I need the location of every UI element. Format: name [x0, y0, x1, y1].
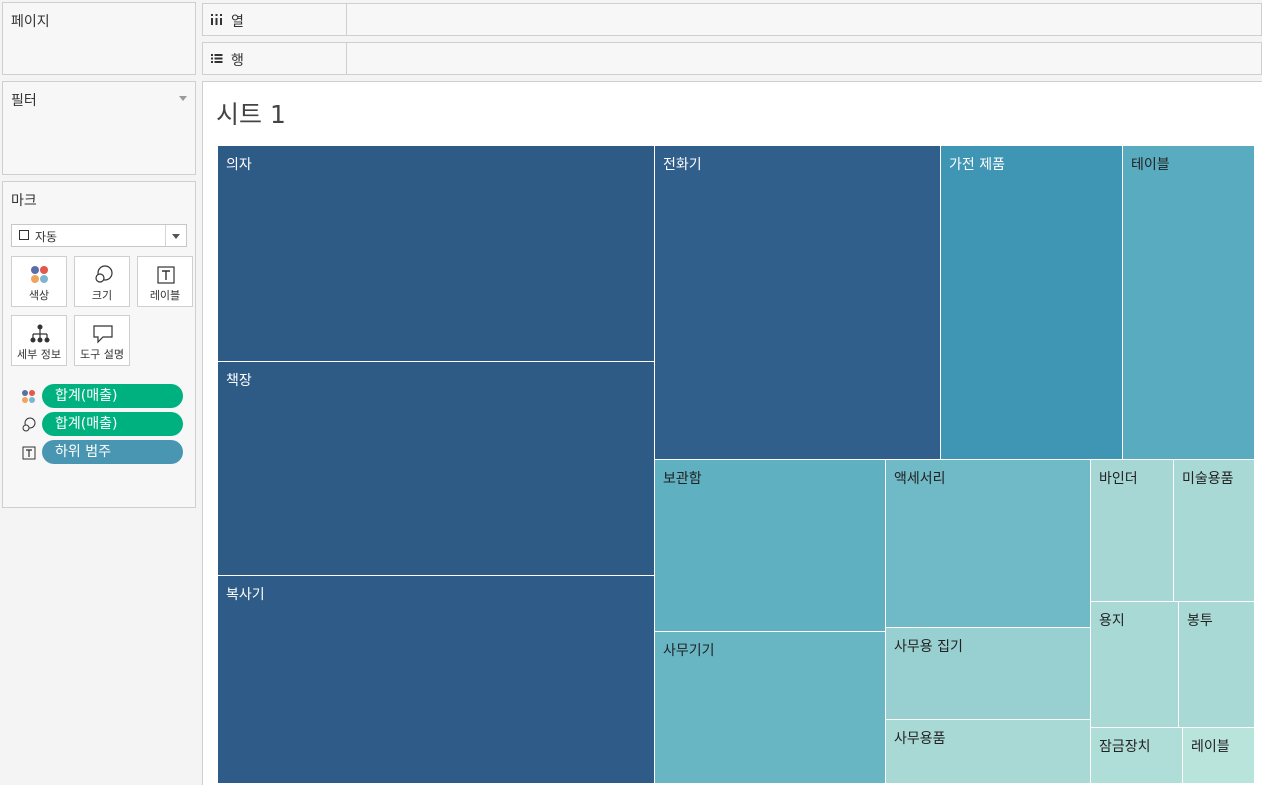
text-label-icon [157, 266, 175, 284]
speech-bubble-icon [93, 325, 113, 344]
treemap-tile[interactable]: 테이블 [1123, 146, 1255, 460]
treemap-chart: 의자책장복사기 전화기 가전 제품 테이블보관함사무기기 액세서리사무용 집기사무용품 바… [218, 146, 1255, 784]
label-button[interactable]: 레이블 [137, 256, 193, 307]
label-button-label: 레이블 [149, 289, 181, 302]
treemap-tile[interactable]: 가전 제품 [941, 146, 1123, 460]
marks-title: 마크 [11, 193, 37, 209]
size-sum-sales-pill[interactable]: 합계(매출) [42, 412, 183, 436]
hierarchy-detail-icon [30, 324, 50, 343]
treemap-tile[interactable]: 복사기 [218, 576, 655, 784]
filters-panel[interactable]: 필터 [2, 81, 196, 175]
tooltip-button-label: 도구 설명 [80, 348, 124, 361]
treemap-tile-label: 의자 [226, 157, 252, 173]
treemap-tile-label: 레이블 [1191, 739, 1230, 755]
treemap-tile[interactable]: 레이블 [1183, 728, 1255, 784]
columns-shelf-label: 열 [203, 4, 347, 35]
color-dots-icon [31, 266, 48, 283]
treemap-tile-label: 용지 [1099, 613, 1125, 629]
color-icon [22, 390, 35, 403]
treemap-tile-label: 바인더 [1099, 471, 1138, 487]
mark-type-select[interactable]: 자동 [11, 224, 187, 247]
columns-icon [211, 14, 222, 25]
tooltip-button[interactable]: 도구 설명 [74, 315, 130, 366]
rows-shelf-label: 행 [203, 43, 347, 74]
label-subcategory-pill[interactable]: 하위 범주 [42, 440, 183, 464]
dropdown-arrow-icon[interactable] [172, 234, 180, 239]
square-mark-icon [19, 230, 29, 240]
color-button-label: 색상 [28, 289, 50, 302]
treemap-tile[interactable]: 봉투 [1179, 602, 1255, 728]
pages-panel[interactable]: 페이지 [2, 2, 196, 75]
rows-shelf[interactable]: 행 [202, 42, 1262, 75]
rows-label-text: 행 [231, 53, 244, 69]
treemap-tile[interactable]: 사무기기 [655, 632, 886, 784]
treemap-tile[interactable]: 미술용품 [1174, 460, 1255, 602]
size-button-label: 크기 [91, 289, 113, 302]
treemap-tile[interactable]: 잠금장치 [1091, 728, 1183, 784]
columns-shelf[interactable]: 열 [202, 3, 1262, 36]
treemap-tile[interactable]: 용지 [1091, 602, 1179, 728]
treemap-tile[interactable]: 의자 [218, 146, 655, 362]
sheet-title: 시트 1 [216, 100, 286, 129]
treemap-tile-label: 액세서리 [894, 471, 946, 487]
treemap-tile-label: 전화기 [663, 157, 702, 173]
treemap-tile[interactable]: 바인더 [1091, 460, 1174, 602]
select-divider [165, 225, 166, 246]
worksheet-view: 시트 1 의자책장복사기 전화기 가전 제품 테이블보관함사무기기 액세서리사무용 집기… [202, 81, 1262, 785]
detail-button-label: 세부 정보 [17, 348, 61, 361]
treemap-tile-label: 잠금장치 [1099, 739, 1151, 755]
treemap-tile[interactable]: 사무용품 [886, 720, 1091, 784]
label-icon [22, 446, 36, 460]
treemap-tile-label: 봉투 [1187, 613, 1213, 629]
treemap-tile-label: 미술용품 [1182, 471, 1234, 487]
treemap-tile-label: 복사기 [226, 587, 265, 603]
treemap-tile-label: 보관함 [663, 471, 702, 487]
detail-button[interactable]: 세부 정보 [11, 315, 67, 366]
color-button[interactable]: 색상 [11, 256, 67, 307]
size-button[interactable]: 크기 [74, 256, 130, 307]
treemap-tile[interactable]: 책장 [218, 362, 655, 576]
treemap-tile[interactable]: 보관함 [655, 460, 886, 632]
mark-type-value: 자동 [35, 230, 58, 244]
treemap-tile-label: 테이블 [1131, 157, 1170, 173]
treemap-tile[interactable]: 액세서리 [886, 460, 1091, 628]
treemap-tile-label: 사무용 집기 [894, 639, 963, 655]
color-sum-sales-pill[interactable]: 합계(매출) [42, 384, 183, 408]
rows-icon [211, 54, 223, 63]
treemap-tile-label: 사무기기 [663, 643, 715, 659]
treemap-tile-label: 책장 [226, 373, 252, 389]
size-icon [22, 417, 36, 432]
marks-panel: 마크 자동 색상 크기 레이블 세부 정보 도구 설명 합계(매출) 합계(매출… [2, 181, 196, 508]
treemap-tile-label: 사무용품 [894, 731, 946, 747]
size-circles-icon [95, 265, 113, 283]
pages-title: 페이지 [11, 14, 50, 30]
treemap-tile-label: 가전 제품 [949, 157, 1005, 173]
filters-menu-caret-icon[interactable] [179, 96, 187, 101]
filters-title: 필터 [11, 93, 37, 109]
treemap-tile[interactable]: 사무용 집기 [886, 628, 1091, 720]
treemap-tile[interactable]: 전화기 [655, 146, 941, 460]
columns-label-text: 열 [231, 14, 244, 30]
